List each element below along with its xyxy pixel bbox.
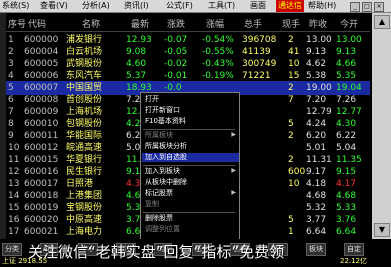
- context-menu-item[interactable]: 调整列位置: [145, 225, 180, 234]
- menu-item-tools[interactable]: 工具(T): [208, 0, 235, 12]
- menu-item-info[interactable]: 资讯(I): [124, 0, 149, 12]
- context-menu-item[interactable]: 打开新窗口: [145, 106, 180, 115]
- col-header[interactable]: 涨跌: [167, 17, 185, 30]
- col-header[interactable]: 名称: [82, 17, 100, 30]
- scroll-down-icon[interactable]: ▼: [374, 223, 390, 237]
- col-header[interactable]: 最新: [131, 17, 149, 30]
- close-icon[interactable]: ×: [374, 2, 384, 12]
- vertical-scrollbar[interactable]: ▲ ▼: [372, 13, 391, 239]
- scroll-up-icon[interactable]: ▲: [374, 15, 390, 29]
- context-menu-item[interactable]: 加入到自选股: [142, 153, 239, 162]
- submenu-arrow-icon: ▶: [231, 131, 236, 138]
- col-header[interactable]: 现手: [282, 17, 300, 30]
- maximize-icon[interactable]: □: [362, 2, 372, 12]
- menu-item-system[interactable]: 系统(S): [2, 0, 29, 12]
- menu-item-formula[interactable]: 公式(F): [166, 0, 193, 12]
- brand-label: 通达信: [276, 0, 304, 12]
- open-price: 6.64: [336, 227, 357, 237]
- stock-code: 600021: [24, 227, 59, 237]
- submenu-arrow-icon: ▶: [231, 167, 236, 174]
- menu-bar: 系统(S) 查看(V) 分析(A) 资讯(I) 公式(F) 工具(T) 画面 通…: [0, 0, 391, 13]
- col-header[interactable]: 序号: [8, 17, 26, 30]
- col-header[interactable]: 涨幅: [206, 17, 224, 30]
- menu-separator: [143, 129, 235, 130]
- menu-separator: [143, 165, 235, 166]
- context-menu-item[interactable]: F10基本资料: [145, 117, 186, 126]
- context-menu-item[interactable]: 所属板块分析: [145, 142, 187, 151]
- context-menu: 打开打开新窗口 F10基本资料 所属板块 ▶ 所属板块分析加入到自选股 加入到板块 ▶ 从板块…: [140, 92, 240, 242]
- context-menu-item[interactable]: 打开: [145, 95, 159, 104]
- menu-item-analysis[interactable]: 分析(A): [82, 0, 110, 12]
- context-menu-item[interactable]: 复制: [145, 200, 159, 209]
- menu-item-help[interactable]: 帮助(H): [308, 0, 336, 12]
- minimize-icon[interactable]: _: [350, 2, 360, 12]
- context-menu-item[interactable]: 从板块中删除: [145, 178, 187, 187]
- context-menu-item[interactable]: 所属板块: [145, 131, 173, 140]
- menu-item-view[interactable]: 查看(V): [40, 0, 68, 12]
- index-readout: 上证 2918.55: [2, 257, 48, 265]
- submenu-arrow-icon: ▶: [231, 189, 236, 196]
- context-menu-item[interactable]: 加入到板块: [145, 167, 180, 176]
- prev-close: 6.64: [306, 227, 327, 237]
- menu-separator: [143, 212, 235, 213]
- stock-name: 上海电力: [66, 227, 103, 237]
- row-index: 17: [8, 227, 20, 237]
- col-header[interactable]: 总手: [244, 17, 262, 30]
- col-header[interactable]: 代码: [28, 17, 46, 30]
- current-volume: 1: [288, 227, 294, 237]
- context-menu-item[interactable]: 删除股票: [145, 214, 173, 223]
- status-bar: 上证 2918.55 22.12亿: [0, 255, 391, 267]
- menu-item-screen[interactable]: 画面: [250, 0, 266, 12]
- context-menu-item[interactable]: 标记股票: [145, 189, 173, 198]
- col-header[interactable]: 今开: [340, 17, 358, 30]
- table-header: 序号 代码 名称 最新 涨跌 涨幅 总手 现手 昨收 今开: [6, 13, 370, 32]
- col-header[interactable]: 昨收: [309, 17, 327, 30]
- turnover-readout: 22.12亿: [340, 257, 368, 265]
